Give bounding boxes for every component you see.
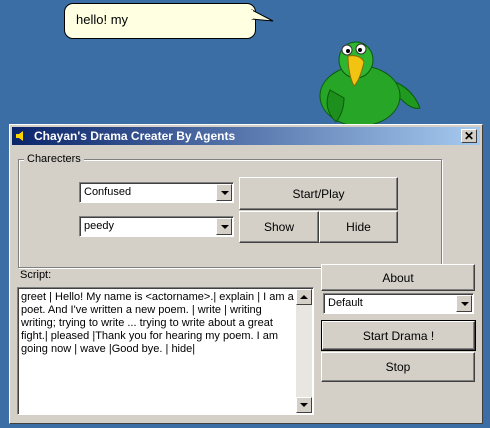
scroll-up-icon[interactable] [296,289,312,305]
agent-select-value: peedy [84,220,114,232]
emotion-select[interactable]: Confused [79,182,234,203]
script-textarea[interactable]: greet | Hello! My name is <actorname>.| … [17,287,314,415]
title-bar[interactable]: Chayan's Drama Creater By Agents ✕ [12,127,480,145]
drama-select[interactable]: Default [323,293,474,314]
dropdown-arrow-icon[interactable] [216,218,232,235]
show-label: Show [263,220,295,234]
scroll-down-icon[interactable] [296,397,312,413]
characters-group-label: Charecters [24,153,84,165]
close-icon: ✕ [463,129,475,143]
stop-button[interactable]: Stop [321,352,475,382]
about-label: About [382,270,414,285]
start-play-label: Start/Play [292,186,345,201]
script-scrollbar[interactable] [296,289,312,413]
speech-balloon: hello! my [64,3,256,39]
start-play-button[interactable]: Start/Play [239,177,398,210]
stop-label: Stop [385,360,411,374]
agent-select[interactable]: peedy [79,216,234,237]
window-title: Chayan's Drama Creater By Agents [34,129,236,143]
close-button[interactable]: ✕ [461,129,477,143]
hide-label: Hide [346,220,371,234]
script-label: Script: [20,269,52,281]
balloon-tail [251,9,274,22]
dropdown-arrow-icon[interactable] [216,184,232,201]
dropdown-arrow-icon[interactable] [456,295,472,312]
main-window: Chayan's Drama Creater By Agents ✕ Chare… [9,124,483,424]
start-drama-button[interactable]: Start Drama ! [321,320,476,351]
characters-groupbox: Charecters Confused peedy Start/Play Sho… [18,153,442,268]
about-button[interactable]: About [321,264,475,291]
speaker-icon [16,131,23,141]
balloon-text: hello! my [76,12,129,27]
parrot-character[interactable] [314,38,426,128]
drama-select-value: Default [328,297,363,309]
show-button[interactable]: Show [239,211,319,243]
emotion-select-value: Confused [84,186,132,198]
script-text: greet | Hello! My name is <actorname>.| … [21,291,294,355]
hide-button[interactable]: Hide [319,211,398,243]
start-drama-label: Start Drama ! [362,328,435,343]
